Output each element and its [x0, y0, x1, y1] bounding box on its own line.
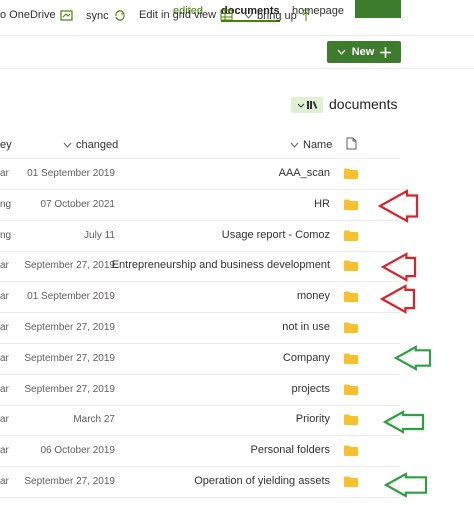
row-key: ar [0, 445, 9, 457]
changed-label: changed [76, 139, 119, 151]
row-changed-date: September 27, 2019 [24, 322, 115, 333]
row-name-link[interactable]: Entrepreneurship and business developmen… [112, 259, 330, 271]
bring-up-label: bring up [257, 9, 297, 22]
plus-icon [380, 46, 392, 58]
row-key: ar [0, 260, 9, 272]
row-changed-date: 01 September 2019 [27, 168, 115, 179]
folder-icon [344, 476, 358, 487]
table-row[interactable]: ar September 27, 2019 Entrepreneurship and… [0, 251, 400, 283]
table-row[interactable]: ar September 27, 2019 Company [0, 344, 400, 375]
table-row[interactable]: ng July 11 Usage report - Comoz [0, 221, 400, 252]
row-key: ng [0, 229, 12, 241]
row-key: ar [0, 291, 9, 303]
row-name-link[interactable]: Personal folders [251, 444, 331, 456]
chevron-down-icon [337, 49, 346, 55]
folder-icon [344, 353, 358, 364]
folder-icon [344, 168, 358, 179]
row-changed-date: September 27, 2019 [24, 352, 115, 364]
row-key: ar [0, 322, 9, 333]
chevron-down-icon [244, 13, 253, 19]
row-name-link[interactable]: Company [283, 352, 330, 364]
column-header-key[interactable]: ey [0, 139, 12, 151]
top-action-button[interactable] [355, 0, 401, 18]
folder-icon [344, 199, 358, 210]
grid-icon [220, 9, 233, 21]
bring-up-button[interactable]: bring up [244, 9, 311, 22]
row-changed-date: 01 September 2019 [27, 291, 115, 303]
upload-icon [301, 9, 310, 21]
folder-icon [344, 445, 358, 457]
row-name-link[interactable]: not in use [282, 321, 330, 333]
column-header-changed[interactable]: changed [63, 139, 118, 151]
onedrive-label: o OneDrive [0, 9, 56, 21]
column-header-name[interactable]: Name [290, 139, 332, 151]
row-changed-date: 06 October 2019 [40, 445, 116, 457]
row-name-link[interactable]: Priority [296, 413, 330, 425]
name-label: Name [303, 139, 333, 151]
onedrive-icon [60, 10, 73, 21]
chevron-down-icon [63, 142, 72, 148]
copy-to-onedrive-button[interactable]: o OneDrive [0, 9, 73, 21]
row-changed-date: March 27 [73, 414, 115, 426]
table-row[interactable]: ng 07 October 2021 HR [0, 190, 400, 221]
library-switcher[interactable] [291, 97, 323, 113]
library-icon [306, 101, 317, 109]
sync-button[interactable]: sync [86, 9, 127, 22]
row-changed-date: 07 October 2021 [40, 198, 116, 210]
row-name-link[interactable]: money [297, 290, 330, 302]
sync-label: sync [86, 9, 109, 22]
row-key: ar [0, 414, 9, 426]
row-name-link[interactable]: AAA_scan [279, 167, 330, 179]
folder-icon [344, 322, 358, 333]
folder-icon [344, 414, 358, 426]
file-type-icon [346, 137, 357, 150]
sync-icon [114, 10, 125, 21]
row-key: ng [0, 198, 12, 210]
row-name-link[interactable]: HR [314, 198, 330, 210]
row-changed-date: September 27, 2019 [24, 260, 115, 272]
folder-icon [344, 291, 358, 303]
table-row[interactable]: ar March 27 Priority [0, 405, 400, 437]
table-row[interactable]: ar September 27, 2019 not in use [0, 313, 400, 344]
folder-icon [344, 260, 358, 272]
table-row[interactable]: ar 01 September 2019 AAA_scan [0, 159, 400, 190]
row-name-link[interactable]: projects [291, 383, 330, 395]
table-row[interactable]: ar September 27, 2019 Operation of yieldin… [0, 467, 400, 498]
table-row[interactable]: ar 01 September 2019 money [0, 282, 400, 314]
folder-icon [344, 230, 358, 241]
new-label: New [351, 46, 375, 58]
library-title: documents [329, 96, 398, 112]
grid-view-label: Edit in grid view [139, 9, 217, 21]
row-key: ar [0, 383, 9, 395]
folder-icon [344, 384, 358, 395]
chevron-down-icon [290, 142, 299, 148]
row-changed-date: July 11 [84, 229, 115, 241]
row-changed-date: September 27, 2019 [24, 383, 115, 395]
row-key: ar [0, 476, 9, 487]
table-row[interactable]: ar September 27, 2019 projects [0, 375, 400, 406]
row-name-link[interactable]: Operation of yielding assets [194, 475, 330, 487]
chevron-down-icon [297, 103, 304, 108]
command-bar [0, 35, 474, 69]
green-arrow-icon [393, 345, 432, 371]
row-key: ar [0, 168, 9, 179]
table-row[interactable]: ar 06 October 2019 Personal folders [0, 436, 400, 468]
new-button[interactable]: New [327, 41, 401, 63]
row-changed-date: September 27, 2019 [24, 476, 115, 487]
row-name-link[interactable]: Usage report - Comoz [222, 229, 330, 241]
edit-grid-view-button[interactable]: Edit in grid view [139, 9, 233, 21]
row-key: ar [0, 352, 9, 364]
